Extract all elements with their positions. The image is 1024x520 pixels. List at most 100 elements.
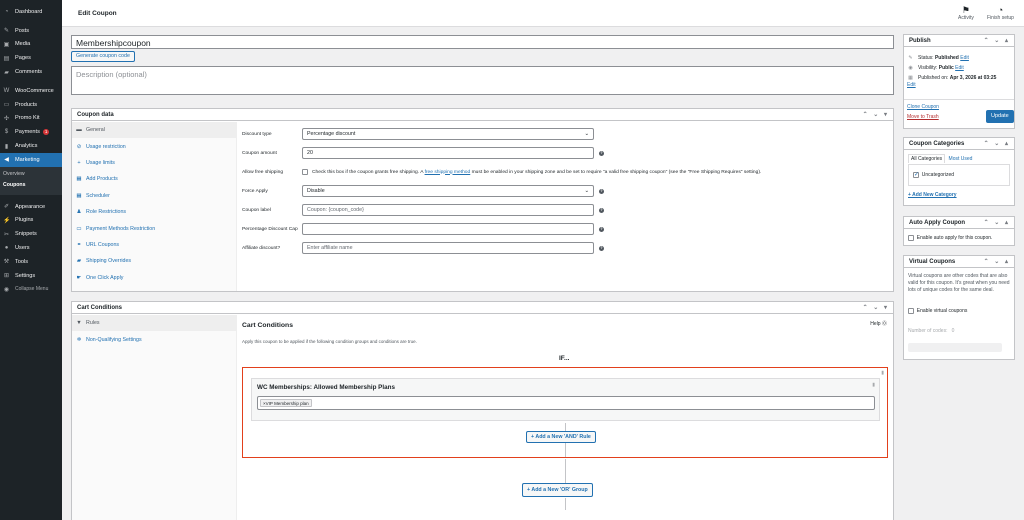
force-apply-select[interactable]: Disable ⌄ xyxy=(302,185,594,197)
sidebar-item-settings[interactable]: ⊞ Settings xyxy=(0,269,62,283)
payments-icon: $ xyxy=(4,129,9,136)
sidebar-item-woocommerce[interactable]: W WooCommerce xyxy=(0,84,62,98)
force-apply-value: Disable xyxy=(307,188,325,194)
generate-coupon-code-button[interactable]: Generate coupon code xyxy=(71,51,135,62)
force-apply-label: Force Apply xyxy=(242,188,268,194)
update-button[interactable]: Update xyxy=(986,110,1014,123)
sidebar-item-promo-kit[interactable]: ✣ Promo Kit xyxy=(0,112,62,126)
sidebar-item-dashboard[interactable]: ◔ Dashboard xyxy=(0,5,62,19)
sidebar-item-posts[interactable]: ✎ Posts xyxy=(0,24,62,38)
box-controls[interactable]: ⌃ ⌄ ▴ xyxy=(984,258,1010,265)
affiliate-input[interactable]: Enter affiliate name xyxy=(302,242,594,254)
tab-non-qualifying-settings[interactable]: ✲ Non-Qualifying Settings xyxy=(72,331,236,347)
finish-setup-button[interactable]: ◔ Finish setup xyxy=(987,5,1014,21)
help-icon[interactable]: ? xyxy=(599,245,604,251)
sidebar-item-label: Products xyxy=(15,101,38,108)
pct-cap-label: Percentage Discount Cap xyxy=(242,226,298,232)
box-controls[interactable]: ⌃ ⌄ ▾ xyxy=(863,111,889,118)
sidebar-item-products[interactable]: ▭ Products xyxy=(0,98,62,112)
status-value: Published xyxy=(934,55,959,61)
edit-date-link[interactable]: Edit xyxy=(907,82,916,88)
selected-plan-tag[interactable]: ×VIP Membership plan xyxy=(260,399,312,407)
sidebar-item-analytics[interactable]: ▮ Analytics xyxy=(0,139,62,153)
help-icon[interactable]: ? xyxy=(599,226,604,232)
clone-coupon-link[interactable]: Clone Coupon xyxy=(907,104,939,110)
membership-plans-select[interactable]: ×VIP Membership plan xyxy=(257,396,875,410)
auto-apply-checkbox[interactable] xyxy=(908,235,914,241)
sidebar-item-payments[interactable]: $ Payments 1 xyxy=(0,125,62,139)
tab-all-categories[interactable]: All Categories xyxy=(908,154,946,163)
sidebar-item-label: Payments xyxy=(15,129,40,136)
help-circle-icon: ⓪ xyxy=(881,321,887,327)
tab-rules[interactable]: ▼ Rules xyxy=(72,315,236,332)
add-and-rule-button[interactable]: + Add a New 'AND' Rule xyxy=(526,431,596,443)
free-shipping-checkbox[interactable] xyxy=(302,169,308,175)
sidebar-item-pages[interactable]: ▤ Pages xyxy=(0,51,62,65)
tab-general[interactable]: ▬ General xyxy=(72,122,236,139)
pin-icon: ✎ xyxy=(908,55,913,61)
connector-line xyxy=(565,443,566,457)
coupon-title-input[interactable]: Membershipcoupon xyxy=(71,35,894,49)
tab-one-click-apply[interactable]: ☛ One Click Apply xyxy=(72,270,236,286)
tab-label: Payment Methods Restriction xyxy=(86,225,156,232)
tab-shipping-overrides[interactable]: ▰ Shipping Overrides xyxy=(72,253,236,269)
pct-cap-input[interactable] xyxy=(302,223,594,235)
flag-icon: ⚑ xyxy=(961,5,970,15)
edit-visibility-link[interactable]: Edit xyxy=(955,65,964,71)
category-checkbox[interactable] xyxy=(913,171,919,178)
sidebar-item-snippets[interactable]: ✂ Snippets xyxy=(0,227,62,241)
sidebar-item-comments[interactable]: ▰ Comments xyxy=(0,65,62,79)
box-controls[interactable]: ⌃ ⌄ ▴ xyxy=(984,37,1010,44)
add-new-category-link[interactable]: + Add New Category xyxy=(908,192,957,198)
sidebar-item-media[interactable]: ▣ Media xyxy=(0,38,62,52)
published-label: Published on: xyxy=(918,75,949,81)
tab-add-products[interactable]: ▦ Add Products xyxy=(72,171,236,187)
finish-setup-label: Finish setup xyxy=(987,15,1014,21)
coupon-data-header: Coupon data ⌃ ⌄ ▾ xyxy=(72,109,893,121)
sidebar-item-users[interactable]: ● Users xyxy=(0,241,62,255)
coupon-label-input[interactable]: Coupon: {coupon_code} xyxy=(302,204,594,216)
sidebar-item-label: Promo Kit xyxy=(15,115,40,122)
add-or-group-button[interactable]: + Add a New 'OR' Group xyxy=(522,483,593,497)
submenu-item-overview[interactable]: Overview xyxy=(0,169,62,180)
tab-usage-limits[interactable]: + Usage limits xyxy=(72,155,236,171)
tab-most-used[interactable]: Most Used xyxy=(949,156,973,162)
discount-type-row: Discount type Percentage discount ⌄ xyxy=(242,128,594,140)
tab-url-coupons[interactable]: ⚭ URL Coupons xyxy=(72,237,236,253)
tab-label: Usage limits xyxy=(86,159,115,166)
help-icon[interactable]: ? xyxy=(599,188,604,194)
box-controls[interactable]: ⌃ ⌄ ▾ xyxy=(863,304,889,311)
sidebar-item-appearance[interactable]: ✐ Appearance xyxy=(0,200,62,214)
edit-status-link[interactable]: Edit xyxy=(960,55,969,61)
help-icon[interactable]: ? xyxy=(599,150,604,156)
coupon-amount-input[interactable]: 20 xyxy=(302,147,594,159)
trash-icon[interactable]: ▮ xyxy=(872,382,875,388)
visibility-row: ◉ Visibility: Public Edit xyxy=(907,63,1013,73)
sidebar-item-marketing[interactable]: ◀ Marketing xyxy=(0,152,62,167)
tab-role-restrictions[interactable]: ♟ Role Restrictions xyxy=(72,204,236,220)
trash-icon[interactable]: ▮ xyxy=(881,370,884,376)
visibility-label: Visibility: xyxy=(918,65,938,71)
discount-type-select[interactable]: Percentage discount ⌄ xyxy=(302,128,594,140)
box-controls[interactable]: ⌃ ⌄ ▴ xyxy=(984,219,1010,226)
progress-circle-icon: ◔ xyxy=(997,5,1004,15)
sidebar-item-label: Pages xyxy=(15,55,31,62)
description-textarea[interactable]: Description (optional) xyxy=(71,66,894,95)
virtual-checkbox[interactable] xyxy=(908,308,914,314)
submenu-item-coupons[interactable]: Coupons xyxy=(0,180,62,191)
tab-payment-methods-restriction[interactable]: ▭ Payment Methods Restriction xyxy=(72,220,236,236)
tab-usage-restriction[interactable]: ⊘ Usage restriction xyxy=(72,138,236,154)
box-controls[interactable]: ⌃ ⌄ ▴ xyxy=(984,140,1010,147)
free-shipping-method-link[interactable]: free shipping method xyxy=(425,170,471,175)
help-link[interactable]: Help ⓪ xyxy=(870,320,887,327)
tab-scheduler[interactable]: ▦ Scheduler xyxy=(72,188,236,204)
collapse-menu-button[interactable]: ◉ Collapse Menu xyxy=(0,283,62,297)
move-to-trash-link[interactable]: Move to Trash xyxy=(907,114,939,120)
virtual-checkbox-label: Enable virtual coupons xyxy=(916,308,968,314)
affiliate-label: Affiliate discount? xyxy=(242,245,281,251)
sidebar-item-plugins[interactable]: ⚡ Plugins xyxy=(0,214,62,228)
sidebar-item-tools[interactable]: ⚒ Tools xyxy=(0,255,62,269)
help-icon[interactable]: ? xyxy=(599,207,604,213)
activity-button[interactable]: ⚑ Activity xyxy=(958,5,974,21)
connector-line xyxy=(565,459,566,483)
